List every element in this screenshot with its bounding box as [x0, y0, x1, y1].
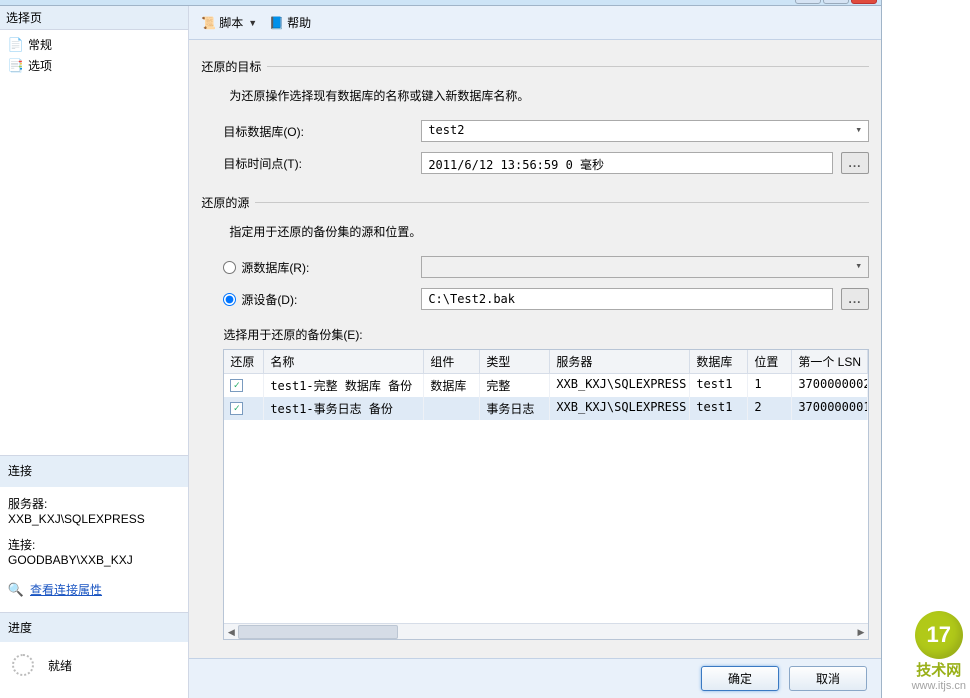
target-desc: 为还原操作选择现有数据库的名称或键入新数据库名称。: [229, 87, 869, 104]
source-db-label: 源数据库(R):: [241, 259, 309, 276]
properties-icon: 🔍: [8, 582, 24, 598]
source-database-radio[interactable]: [223, 261, 236, 274]
backup-sets-label: 选择用于还原的备份集(E):: [223, 326, 869, 343]
table-row[interactable]: ✓test1-完整 数据库 备份数据库完整XXB_KXJ\SQLEXPRESSt…: [224, 374, 868, 397]
target-db-label: 目标数据库(O):: [223, 123, 413, 140]
help-button[interactable]: 📘 帮助: [265, 12, 315, 33]
sidebar-pages: 📄 常规 📑 选项: [0, 30, 188, 80]
watermark: 17 技术网 www.itjs.cn: [912, 611, 966, 692]
toolbar: 📜 脚本 ▼ 📘 帮助: [189, 6, 881, 40]
connection-header: 连接: [8, 462, 180, 479]
table-row[interactable]: ✓test1-事务日志 备份事务日志XXB_KXJ\SQLEXPRESStest…: [224, 397, 868, 420]
content-area: 还原的目标 为还原操作选择现有数据库的名称或键入新数据库名称。 目标数据库(O)…: [189, 40, 881, 658]
sidebar-header: 选择页: [0, 6, 188, 30]
progress-header: 进度: [8, 621, 32, 635]
restore-target-group: 还原的目标 为还原操作选择现有数据库的名称或键入新数据库名称。 目标数据库(O)…: [201, 58, 869, 184]
sidebar-item-label: 选项: [28, 57, 52, 74]
connection-details: 服务器: XXB_KXJ\SQLEXPRESS 连接: GOODBABY\XXB…: [0, 487, 188, 612]
backup-sets-grid[interactable]: 还原 名称 组件 类型 服务器 数据库 位置 第一个 LSN ✓test1-完整…: [223, 349, 869, 640]
ok-button[interactable]: 确定: [701, 666, 779, 691]
source-device-radio[interactable]: [223, 293, 236, 306]
progress-panel-header: 进度: [0, 612, 188, 642]
button-bar: 确定 取消: [189, 658, 881, 698]
target-time-field[interactable]: 2011/6/12 13:56:59 0 毫秒: [421, 152, 833, 174]
script-dropdown[interactable]: 📜 脚本 ▼: [197, 12, 261, 33]
grid-horizontal-scrollbar[interactable]: ◀ ▶: [224, 623, 868, 639]
target-db-combo[interactable]: test2: [421, 120, 869, 142]
script-icon: 📜: [201, 16, 216, 30]
titlebar: [0, 0, 881, 6]
watermark-badge: 17: [915, 611, 963, 659]
restore-source-group: 还原的源 指定用于还原的备份集的源和位置。 源数据库(R):: [201, 194, 869, 640]
page-icon: 📄: [8, 37, 24, 53]
window-controls: [795, 0, 877, 4]
help-icon: 📘: [269, 16, 284, 30]
source-device-field[interactable]: C:\Test2.bak: [421, 288, 833, 310]
connection-panel: 连接: [0, 455, 188, 487]
connection-label: 连接:: [8, 536, 180, 553]
source-db-combo: [421, 256, 869, 278]
group-title: 还原的源: [201, 194, 249, 211]
minimize-button[interactable]: [795, 0, 821, 4]
sidebar: 选择页 📄 常规 📑 选项 连接 服务器: XXB_KXJ\SQLEXPRESS: [0, 6, 189, 698]
server-value: XXB_KXJ\SQLEXPRESS: [8, 512, 180, 526]
group-title: 还原的目标: [201, 58, 261, 75]
sidebar-item-options[interactable]: 📑 选项: [6, 55, 182, 76]
dialog-window: 选择页 📄 常规 📑 选项 连接 服务器: XXB_KXJ\SQLEXPRESS: [0, 0, 882, 698]
scroll-thumb[interactable]: [238, 625, 398, 639]
sidebar-item-general[interactable]: 📄 常规: [6, 34, 182, 55]
maximize-button[interactable]: [823, 0, 849, 4]
row-checkbox[interactable]: ✓: [230, 402, 243, 415]
source-desc: 指定用于还原的备份集的源和位置。: [229, 223, 869, 240]
progress-spinner-icon: [12, 654, 34, 676]
page-icon: 📑: [8, 58, 24, 74]
target-time-label: 目标时间点(T):: [223, 155, 413, 172]
connection-value: GOODBABY\XXB_KXJ: [8, 553, 180, 567]
scroll-left-icon[interactable]: ◀: [224, 625, 238, 639]
row-checkbox[interactable]: ✓: [230, 379, 243, 392]
source-device-label: 源设备(D):: [241, 291, 297, 308]
server-label: 服务器:: [8, 495, 180, 512]
cancel-button[interactable]: 取消: [789, 666, 867, 691]
grid-header: 还原 名称 组件 类型 服务器 数据库 位置 第一个 LSN: [224, 350, 868, 374]
sidebar-item-label: 常规: [28, 36, 52, 53]
view-connection-link[interactable]: 查看连接属性: [30, 581, 102, 598]
progress-panel: 就绪: [0, 642, 188, 698]
progress-state: 就绪: [48, 657, 72, 674]
scroll-right-icon[interactable]: ▶: [854, 625, 868, 639]
main-panel: 📜 脚本 ▼ 📘 帮助 还原的目标 为还原操作选择现有数据库的名称或键入新数据库: [189, 6, 881, 698]
target-time-browse-button[interactable]: ...: [841, 152, 869, 174]
chevron-down-icon: ▼: [248, 18, 257, 28]
close-button[interactable]: [851, 0, 877, 4]
dialog-body: 选择页 📄 常规 📑 选项 连接 服务器: XXB_KXJ\SQLEXPRESS: [0, 6, 881, 698]
source-device-browse-button[interactable]: ...: [841, 288, 869, 310]
